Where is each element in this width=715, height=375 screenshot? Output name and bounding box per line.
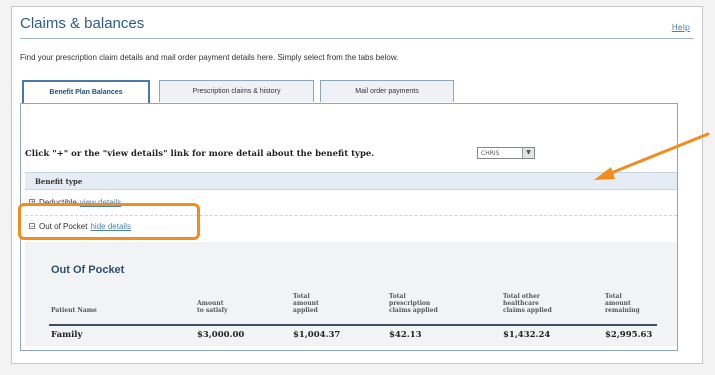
col-header-total-prescription: Total prescription claims applied [389,293,438,314]
col-header-line: Patient Name [51,307,97,314]
table-divider [49,324,657,326]
instruction-text: Click "+" or the "view details" link for… [25,149,375,159]
tab-prescription-claims-history[interactable]: Prescription claims & history [159,80,314,102]
cell-total-amount-remaining: $2,995.63 [605,330,653,340]
col-header-line: to satisfy [197,307,228,314]
col-header-line: applied [293,307,318,314]
col-header-line: amount [605,300,631,307]
tab-mail-order-payments[interactable]: Mail order payments [320,80,454,102]
col-header-total-other-healthcare: Total other healthcare claims applied [503,293,552,314]
col-header-line: Total [605,293,622,300]
chevron-down-icon[interactable]: ▼ [522,148,534,158]
page-frame: Claims & balances Help Find your prescri… [11,6,703,364]
cell-amount-to-satisfy: $3,000.00 [197,330,245,340]
col-header-line: claims applied [503,307,552,314]
cell-total-other-healthcare: $1,432.24 [503,330,551,340]
col-header-amount-to-satisfy: Amount to satisfy [197,300,228,314]
benefit-type-header: Benefit type [25,172,677,190]
title-divider [20,38,694,39]
help-link[interactable]: Help [672,23,690,32]
highlight-callout-box [18,203,200,240]
benefit-type-header-label: Benefit type [35,177,83,186]
details-title: Out Of Pocket [51,264,125,276]
tab-benefit-plan-balances[interactable]: Benefit Plan Balances [22,80,150,104]
col-header-line: healthcare [503,300,539,307]
col-header-line: amount [293,300,319,307]
col-header-line: Total [389,293,406,300]
cell-total-prescription: $42.13 [389,330,422,340]
member-select-value: CHRIS [481,150,500,157]
member-select[interactable]: CHRIS ▼ [477,147,535,159]
page-title: Claims & balances [20,15,145,32]
cell-total-amount-applied: $1,004.37 [293,330,341,340]
col-header-line: Total [293,293,310,300]
col-header-total-amount-applied: Total amount applied [293,293,319,314]
out-of-pocket-details: Out Of Pocket Patient Name Amount to sat… [25,242,677,346]
col-header-line: remaining [605,307,640,314]
cell-patient-name: Family [51,330,83,340]
col-header-line: Amount [197,300,224,307]
col-header-line: Total other [503,293,540,300]
col-header-patient-name: Patient Name [51,307,97,314]
col-header-line: claims applied [389,307,438,314]
page-subtitle: Find your prescription claim details and… [20,53,399,62]
col-header-total-amount-remaining: Total amount remaining [605,293,640,314]
col-header-line: prescription [389,300,431,307]
